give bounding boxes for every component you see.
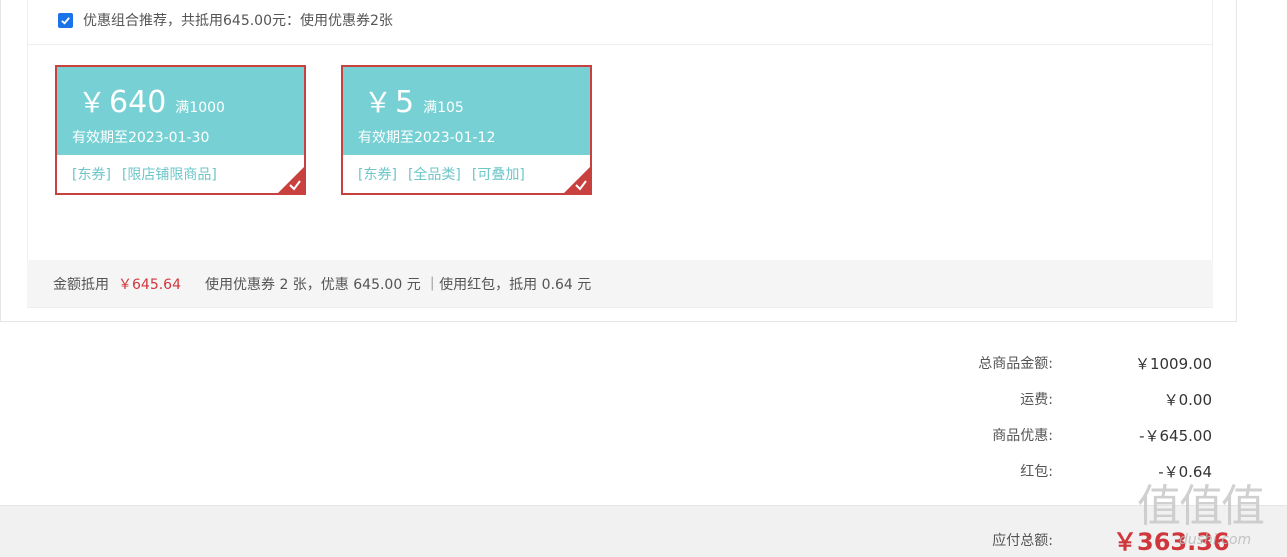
coupon-header: ￥ 640 满1000 有效期至2023-01-30 <box>57 67 304 155</box>
coupon-amount: 640 <box>109 85 167 120</box>
coupon-card[interactable]: ￥ 5 满105 有效期至2023-01-12 [东券] [全品类] [可叠加] <box>341 65 592 195</box>
payable-label: 应付总额: <box>992 533 1053 549</box>
coupon-validity: 有效期至2023-01-30 <box>72 130 210 146</box>
coupon-tag: [全品类] <box>407 167 461 183</box>
total-row: 运费: ￥0.00 <box>0 388 1287 410</box>
coupon-threshold: 满1000 <box>175 100 225 116</box>
selected-check-icon <box>289 180 301 191</box>
coupon-currency: ￥ <box>78 86 107 119</box>
discount-summary-bar: 金额抵用 ￥645.64 使用优惠券 2 张，优惠 645.00 元 ｜使用红包… <box>27 260 1213 307</box>
discount-detail: 使用优惠券 2 张，优惠 645.00 元 ｜使用红包，抵用 0.64 元 <box>205 276 592 293</box>
coupon-card[interactable]: ￥ 640 满1000 有效期至2023-01-30 [东券] [限店铺限商品] <box>55 65 306 195</box>
coupon-header: ￥ 5 满105 有效期至2023-01-12 <box>343 67 590 155</box>
coupon-threshold: 满105 <box>423 100 464 116</box>
coupon-section: 优惠组合推荐，共抵用645.00元：使用优惠券2张 ￥ 640 满1000 有效… <box>0 0 1237 322</box>
combo-recommend-row[interactable]: 优惠组合推荐，共抵用645.00元：使用优惠券2张 <box>58 8 393 32</box>
coupon-tags: [东券] [限店铺限商品] <box>72 164 217 184</box>
deduct-value: ￥645.64 <box>118 276 181 293</box>
watermark-text: 值值值 <box>1137 481 1265 532</box>
combo-text: 优惠组合推荐，共抵用645.00元：使用优惠券2张 <box>83 13 393 29</box>
coupon-tag: [可叠加] <box>471 167 525 183</box>
payable-bar: 应付总额: ￥363.36 <box>0 505 1287 557</box>
selected-check-icon <box>575 180 587 191</box>
coupon-amount: 5 <box>395 85 415 120</box>
coupon-tag: [限店铺限商品] <box>121 167 217 183</box>
coupon-validity: 有效期至2023-01-12 <box>358 130 496 146</box>
check-icon <box>61 16 70 25</box>
total-value: -￥645.00 <box>1139 426 1212 445</box>
watermark-logo: 值值值 dushi.com <box>1137 470 1282 550</box>
coupon-tag: [东券] <box>358 167 397 183</box>
total-row: 商品优惠: -￥645.00 <box>0 424 1287 446</box>
coupon-tags: [东券] [全品类] [可叠加] <box>358 164 525 184</box>
total-value: ￥1009.00 <box>1134 354 1212 373</box>
divider <box>28 44 1212 45</box>
combo-checkbox[interactable] <box>58 12 73 28</box>
watermark-subtext: dushi.com <box>1179 532 1252 548</box>
coupon-currency: ￥ <box>364 86 393 119</box>
total-value: ￥0.00 <box>1163 390 1212 409</box>
total-row: 总商品金额: ￥1009.00 <box>0 352 1287 374</box>
coupon-tag: [东券] <box>72 167 111 183</box>
deduct-label: 金额抵用 <box>53 276 109 293</box>
total-row: 红包: -￥0.64 <box>0 460 1287 482</box>
